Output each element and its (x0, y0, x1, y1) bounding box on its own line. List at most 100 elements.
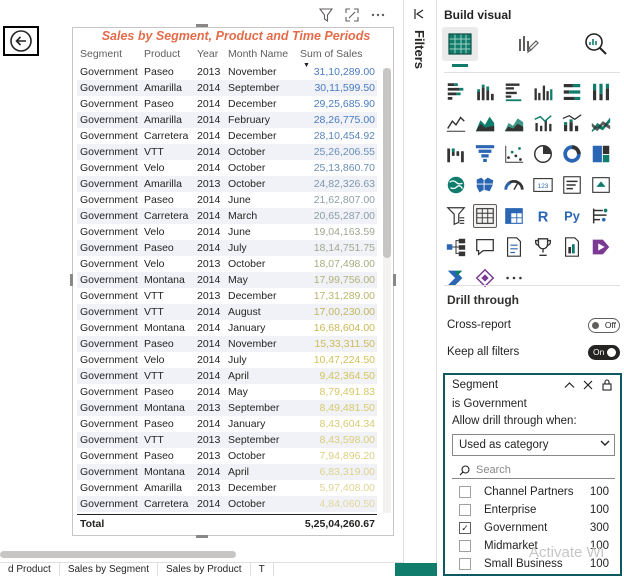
pie-chart-icon[interactable] (531, 142, 555, 166)
table-row[interactable]: Government Montana 2014 April 6,83,319.00 (77, 464, 377, 480)
resize-handle-bottom[interactable] (196, 535, 208, 538)
decomposition-tree-icon[interactable] (444, 235, 468, 259)
search-input[interactable]: Search (452, 461, 615, 479)
analytics-tab[interactable] (578, 27, 614, 61)
ribbon-chart-icon[interactable] (589, 111, 613, 135)
area-chart-icon[interactable] (473, 111, 497, 135)
table-row[interactable]: Government Paseo 2013 November 31,10,289.00 (77, 64, 377, 80)
format-visual-tab[interactable] (510, 27, 546, 61)
table-row[interactable]: Government Montana 2013 September 8,49,481.5… (77, 400, 377, 416)
more-visuals-icon[interactable] (473, 266, 497, 290)
power-automate-icon[interactable] (444, 266, 468, 290)
map-icon[interactable] (444, 173, 468, 197)
table-row[interactable]: Government Velo 2014 June 19,04,163.59 (77, 224, 377, 240)
checkbox[interactable] (459, 558, 471, 570)
line-chart-icon[interactable] (444, 111, 468, 135)
page-tab[interactable]: d Product (0, 563, 60, 576)
table-icon[interactable] (473, 204, 497, 228)
value-list-item[interactable]: Enterprise 100 (452, 501, 615, 519)
expand-filters-icon[interactable] (414, 8, 428, 22)
clustered-column-chart-icon[interactable] (531, 80, 555, 104)
table-row[interactable]: Government Montana 2014 January 16,68,604.00 (77, 320, 377, 336)
checkbox-checked[interactable]: ✓ (459, 522, 471, 534)
page-tab[interactable]: Sales by Product (158, 563, 251, 576)
table-row[interactable]: Government Montana 2014 May 17,99,756.00 (77, 272, 377, 288)
table-row[interactable]: Government Carretera 2014 December 28,10,454… (77, 128, 377, 144)
resize-handle-right[interactable] (393, 274, 396, 286)
vertical-scrollbar-thumb[interactable] (383, 68, 391, 258)
value-list-item[interactable]: Channel Partners 100 (452, 483, 615, 501)
100-stacked-bar-chart-icon[interactable] (560, 80, 584, 104)
table-row[interactable]: Government Amarilla 2014 September 30,11,599… (77, 80, 377, 96)
drill-usage-dropdown[interactable]: Used as category (452, 434, 615, 456)
table-row[interactable]: Government Carretera 2014 October 4,84,060.5… (77, 496, 377, 512)
checkbox[interactable] (459, 486, 471, 498)
checkbox[interactable] (459, 504, 471, 516)
table-row[interactable]: Government VTT 2013 December 17,31,289.00 (77, 288, 377, 304)
focus-mode-icon[interactable] (344, 7, 360, 23)
clustered-bar-chart-icon[interactable] (502, 80, 526, 104)
treemap-icon[interactable] (589, 142, 613, 166)
funnel-chart-icon[interactable] (473, 142, 497, 166)
page-tab[interactable]: Sales by Segment (60, 563, 158, 576)
table-row[interactable]: Government VTT 2014 August 17,00,230.00 (77, 304, 377, 320)
page-tab[interactable]: T (251, 563, 274, 576)
100-stacked-column-chart-icon[interactable] (589, 80, 613, 104)
multi-row-card-icon[interactable] (560, 173, 584, 197)
canvas-horizontal-scrollbar[interactable] (0, 551, 236, 558)
table-row[interactable]: Government Paseo 2014 May 8,79,491.83 (77, 384, 377, 400)
table-row[interactable]: Government Paseo 2014 November 15,33,311.50 (77, 336, 377, 352)
table-row[interactable]: Government VTT 2014 April 9,42,364.50 (77, 368, 377, 384)
gauge-icon[interactable] (502, 173, 526, 197)
column-header-year[interactable]: Year (197, 44, 228, 64)
table-row[interactable]: Government Paseo 2014 December 29,25,685.90 (77, 96, 377, 112)
python-visual-icon[interactable]: Py (560, 204, 584, 228)
back-button[interactable] (3, 26, 39, 56)
kpi-icon[interactable] (589, 173, 613, 197)
value-list-item[interactable]: ✓ Government 300 (452, 519, 615, 537)
build-visual-tab[interactable] (442, 27, 478, 67)
table-row[interactable]: Government VTT 2013 September 8,43,598.00 (77, 432, 377, 448)
card-icon[interactable]: 123 (531, 173, 555, 197)
table-row[interactable]: Government Carretera 2014 March 20,65,287.00 (77, 208, 377, 224)
qna-icon[interactable] (473, 235, 497, 259)
waterfall-chart-icon[interactable] (444, 142, 468, 166)
collapse-chevron-icon[interactable] (563, 379, 575, 391)
keep-filters-toggle[interactable]: On (588, 345, 620, 360)
table-row[interactable]: Government Paseo 2013 October 7,94,896.20 (77, 448, 377, 464)
key-influencers-icon[interactable] (589, 204, 613, 228)
power-apps-icon[interactable] (589, 235, 613, 259)
donut-chart-icon[interactable] (560, 142, 584, 166)
resize-handle-left[interactable] (70, 274, 73, 286)
column-header-month[interactable]: Month Name (228, 44, 300, 64)
checkbox[interactable] (459, 540, 471, 552)
column-header-product[interactable]: Product (144, 44, 197, 64)
goals-icon[interactable] (531, 235, 555, 259)
table-row[interactable]: Government Amarilla 2013 October 24,82,326.6… (77, 176, 377, 192)
more-options-icon[interactable] (370, 7, 386, 23)
line-stacked-column-icon[interactable] (560, 111, 584, 135)
r-visual-icon[interactable]: R (531, 204, 555, 228)
smart-narrative-icon[interactable] (502, 235, 526, 259)
filled-map-icon[interactable] (473, 173, 497, 197)
table-row[interactable]: Government Velo 2013 October 18,07,498.00 (77, 256, 377, 272)
filters-label[interactable]: Filters (412, 30, 427, 69)
scatter-chart-icon[interactable] (502, 142, 526, 166)
slicer-icon[interactable] (444, 204, 468, 228)
filters-pane-collapsed[interactable]: Filters (403, 0, 437, 576)
ellipsis-icon[interactable] (502, 266, 526, 290)
matrix-icon[interactable] (502, 204, 526, 228)
table-row[interactable]: Government Amarilla 2014 February 28,26,775.… (77, 112, 377, 128)
paginated-report-icon[interactable] (560, 235, 584, 259)
table-row[interactable]: Government Amarilla 2013 December 5,97,408.0… (77, 480, 377, 496)
column-header-sales[interactable]: Sum of Sales ▼ (300, 44, 377, 69)
table-row[interactable]: Government Paseo 2014 July 18,14,751.75 (77, 240, 377, 256)
table-row[interactable]: Government Velo 2014 July 10,47,224.50 (77, 352, 377, 368)
table-row[interactable]: Government Paseo 2014 January 8,43,604.34 (77, 416, 377, 432)
stacked-column-chart-icon[interactable] (473, 80, 497, 104)
table-row[interactable]: Government Velo 2014 October 25,13,860.70 (77, 160, 377, 176)
cross-report-toggle[interactable]: Off (588, 318, 620, 333)
table-visual[interactable]: Sales by Segment, Product and Time Perio… (72, 27, 394, 536)
stacked-bar-chart-icon[interactable] (444, 80, 468, 104)
stacked-area-chart-icon[interactable] (502, 111, 526, 135)
